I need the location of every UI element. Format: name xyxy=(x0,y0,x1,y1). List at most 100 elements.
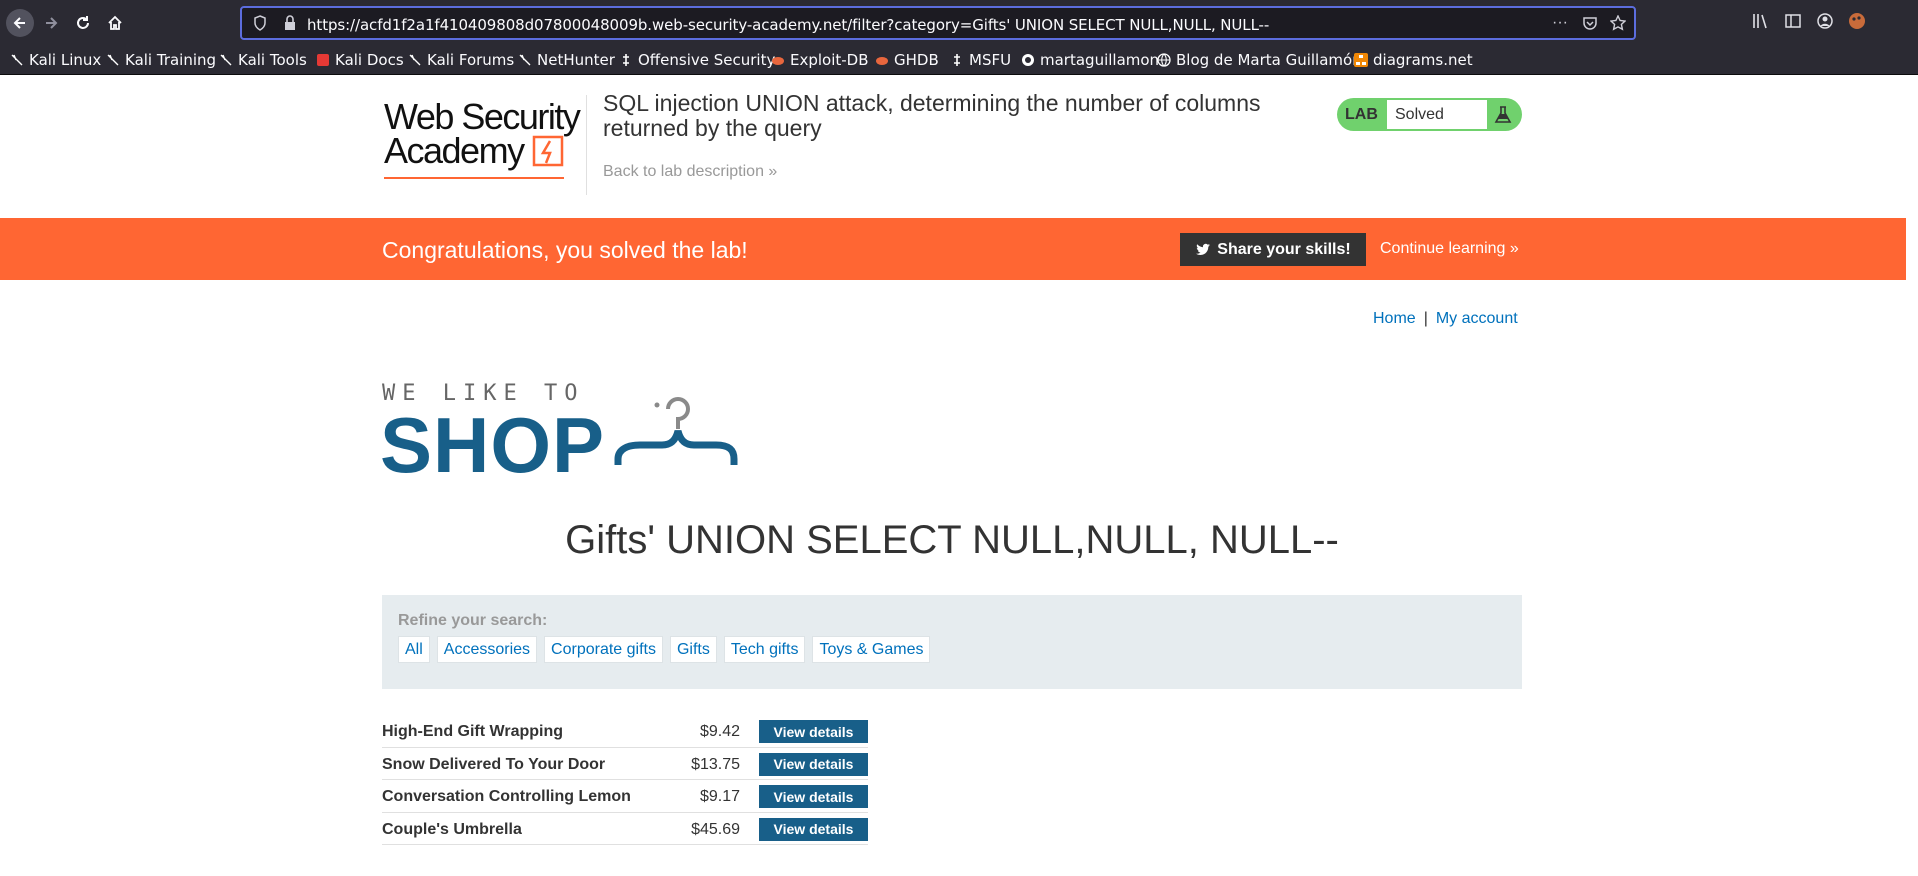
lab-title: SQL injection UNION attack, determining … xyxy=(603,90,1261,141)
table-row: High-End Gift Wrapping $9.42 View detail… xyxy=(382,715,868,748)
home-button[interactable] xyxy=(102,10,128,36)
my-account-link[interactable]: My account xyxy=(1436,310,1518,327)
page-scrollbar[interactable] xyxy=(1906,75,1918,876)
bookmark-martaguillamon[interactable]: martaguillamon xyxy=(1021,51,1159,69)
kali-dragon-icon xyxy=(519,54,531,66)
header-divider xyxy=(586,95,587,195)
table-row: Conversation Controlling Lemon $9.17 Vie… xyxy=(382,780,868,813)
github-icon xyxy=(1022,54,1034,66)
logo-underline xyxy=(384,177,564,179)
filter-tech-gifts[interactable]: Tech gifts xyxy=(723,636,806,663)
reload-button[interactable] xyxy=(70,10,96,36)
account-icon[interactable] xyxy=(1816,12,1834,35)
view-details-button[interactable]: View details xyxy=(759,785,868,808)
forward-button[interactable] xyxy=(38,10,64,36)
kali-dragon-icon xyxy=(11,54,23,66)
bookmark-kali-linux[interactable]: Kali Linux xyxy=(10,51,101,69)
arrow-right-icon xyxy=(46,17,58,29)
filter-gifts[interactable]: Gifts xyxy=(669,636,717,663)
bookmark-kali-tools[interactable]: Kali Tools xyxy=(219,51,307,69)
view-details-button[interactable]: View details xyxy=(759,817,868,841)
solved-banner: Congratulations, you solved the lab! Sha… xyxy=(0,218,1906,280)
filter-accessories[interactable]: Accessories xyxy=(436,636,538,663)
filter-all[interactable]: All xyxy=(398,636,430,663)
web-security-academy-logo[interactable]: Web Security Academy xyxy=(384,97,584,179)
home-icon xyxy=(108,15,122,30)
globe-icon xyxy=(1157,53,1171,67)
view-details-button[interactable]: View details xyxy=(759,720,868,743)
clothes-hanger-icon xyxy=(614,397,738,465)
share-skills-button[interactable]: Share your skills! xyxy=(1180,233,1366,266)
bookmark-offensive-security[interactable]: Offensive Security xyxy=(619,51,775,69)
pocket-icon[interactable] xyxy=(1582,15,1598,36)
url-bar[interactable]: https://acfd1f2a1f410409808d07800048009b… xyxy=(240,6,1636,40)
product-table: High-End Gift Wrapping $9.42 View detail… xyxy=(382,715,868,845)
arrow-left-icon xyxy=(13,17,25,29)
offsec-icon xyxy=(623,54,629,66)
logo-line2: Academy xyxy=(384,130,525,171)
top-nav: Home | My account xyxy=(1373,310,1518,328)
ghdb-icon xyxy=(876,57,888,65)
product-price: $9.17 xyxy=(699,788,740,805)
lightning-bolt-icon xyxy=(532,135,564,167)
product-name: Conversation Controlling Lemon xyxy=(382,788,631,805)
shop-name: SHOP xyxy=(380,401,606,489)
sidebar-icon[interactable] xyxy=(1784,12,1802,35)
flask-icon xyxy=(1494,106,1512,123)
msfu-icon xyxy=(954,54,960,66)
continue-learning-link[interactable]: Continue learning » xyxy=(1380,240,1519,258)
filter-toys-games[interactable]: Toys & Games xyxy=(812,636,931,663)
bookmark-kali-docs[interactable]: Kali Docs xyxy=(316,51,404,69)
bookmark-kali-forums[interactable]: Kali Forums xyxy=(408,51,514,69)
reload-icon xyxy=(77,16,89,29)
lab-header: Web Security Academy SQL injection UNION… xyxy=(0,75,1906,218)
lab-status-label: LAB xyxy=(1345,106,1378,123)
category-title: Gifts' UNION SELECT NULL,NULL, NULL-- xyxy=(565,518,1339,562)
kali-dragon-icon xyxy=(107,54,119,66)
filter-label: Refine your search: xyxy=(398,612,548,629)
product-name: Snow Delivered To Your Door xyxy=(382,755,606,773)
back-button[interactable] xyxy=(6,9,34,37)
twitter-icon xyxy=(1196,243,1211,255)
view-details-button[interactable]: View details xyxy=(759,752,868,776)
library-icon[interactable] xyxy=(1752,12,1770,35)
table-row: Couple's Umbrella $45.69 View details xyxy=(382,813,868,845)
diagrams-icon xyxy=(1354,53,1368,67)
exploit-db-icon xyxy=(772,57,784,65)
bookmark-ghdb[interactable]: GHDB xyxy=(875,51,939,69)
bookmark-nethunter[interactable]: NetHunter xyxy=(518,51,615,69)
extension-palette-icon[interactable] xyxy=(1848,12,1866,35)
bookmarks-toolbar: Kali Linux Kali Training Kali Tools Kali… xyxy=(0,46,1918,75)
filter-corporate-gifts[interactable]: Corporate gifts xyxy=(544,636,663,663)
table-row: Snow Delivered To Your Door $13.75 View … xyxy=(382,748,868,780)
back-to-lab-description-link[interactable]: Back to lab description » xyxy=(603,163,777,181)
lab-status-widget: LAB Solved xyxy=(1337,98,1522,131)
product-price: $13.75 xyxy=(691,755,740,773)
lab-status-value: Solved xyxy=(1387,100,1487,129)
product-name: High-End Gift Wrapping xyxy=(382,723,564,740)
more-actions-icon[interactable]: ··· xyxy=(1552,14,1568,32)
filter-list: All Accessories Corporate gifts Gifts Te… xyxy=(398,636,931,663)
product-name: Couple's Umbrella xyxy=(382,820,522,838)
home-link[interactable]: Home xyxy=(1373,310,1416,327)
url-text[interactable]: https://acfd1f2a1f410409808d07800048009b… xyxy=(307,16,1269,34)
bookmark-blog-marta[interactable]: Blog de Marta Guillamón xyxy=(1157,51,1362,69)
product-price: $45.69 xyxy=(691,820,740,838)
nav-separator: | xyxy=(1423,310,1428,327)
product-price: $9.42 xyxy=(699,723,740,740)
bookmark-exploit-db[interactable]: Exploit-DB xyxy=(771,51,869,69)
kali-dragon-icon xyxy=(409,54,421,66)
bookmark-kali-training[interactable]: Kali Training xyxy=(106,51,216,69)
browser-toolbar: https://acfd1f2a1f410409808d07800048009b… xyxy=(0,0,1918,46)
bookmark-star-icon[interactable] xyxy=(1609,14,1627,36)
kali-dragon-icon xyxy=(220,54,232,66)
tracking-shield-icon[interactable] xyxy=(253,15,267,36)
bookmark-msfu[interactable]: MSFU xyxy=(950,51,1011,69)
bookmark-diagrams[interactable]: diagrams.net xyxy=(1354,51,1473,69)
solved-message: Congratulations, you solved the lab! xyxy=(382,237,748,263)
lock-icon[interactable] xyxy=(284,15,296,36)
kali-docs-icon xyxy=(317,54,329,66)
share-skills-label: Share your skills! xyxy=(1217,240,1351,258)
shop-logo: WE LIKE TO SHOP xyxy=(380,377,742,485)
filter-panel: Refine your search: All Accessories Corp… xyxy=(382,595,1522,689)
